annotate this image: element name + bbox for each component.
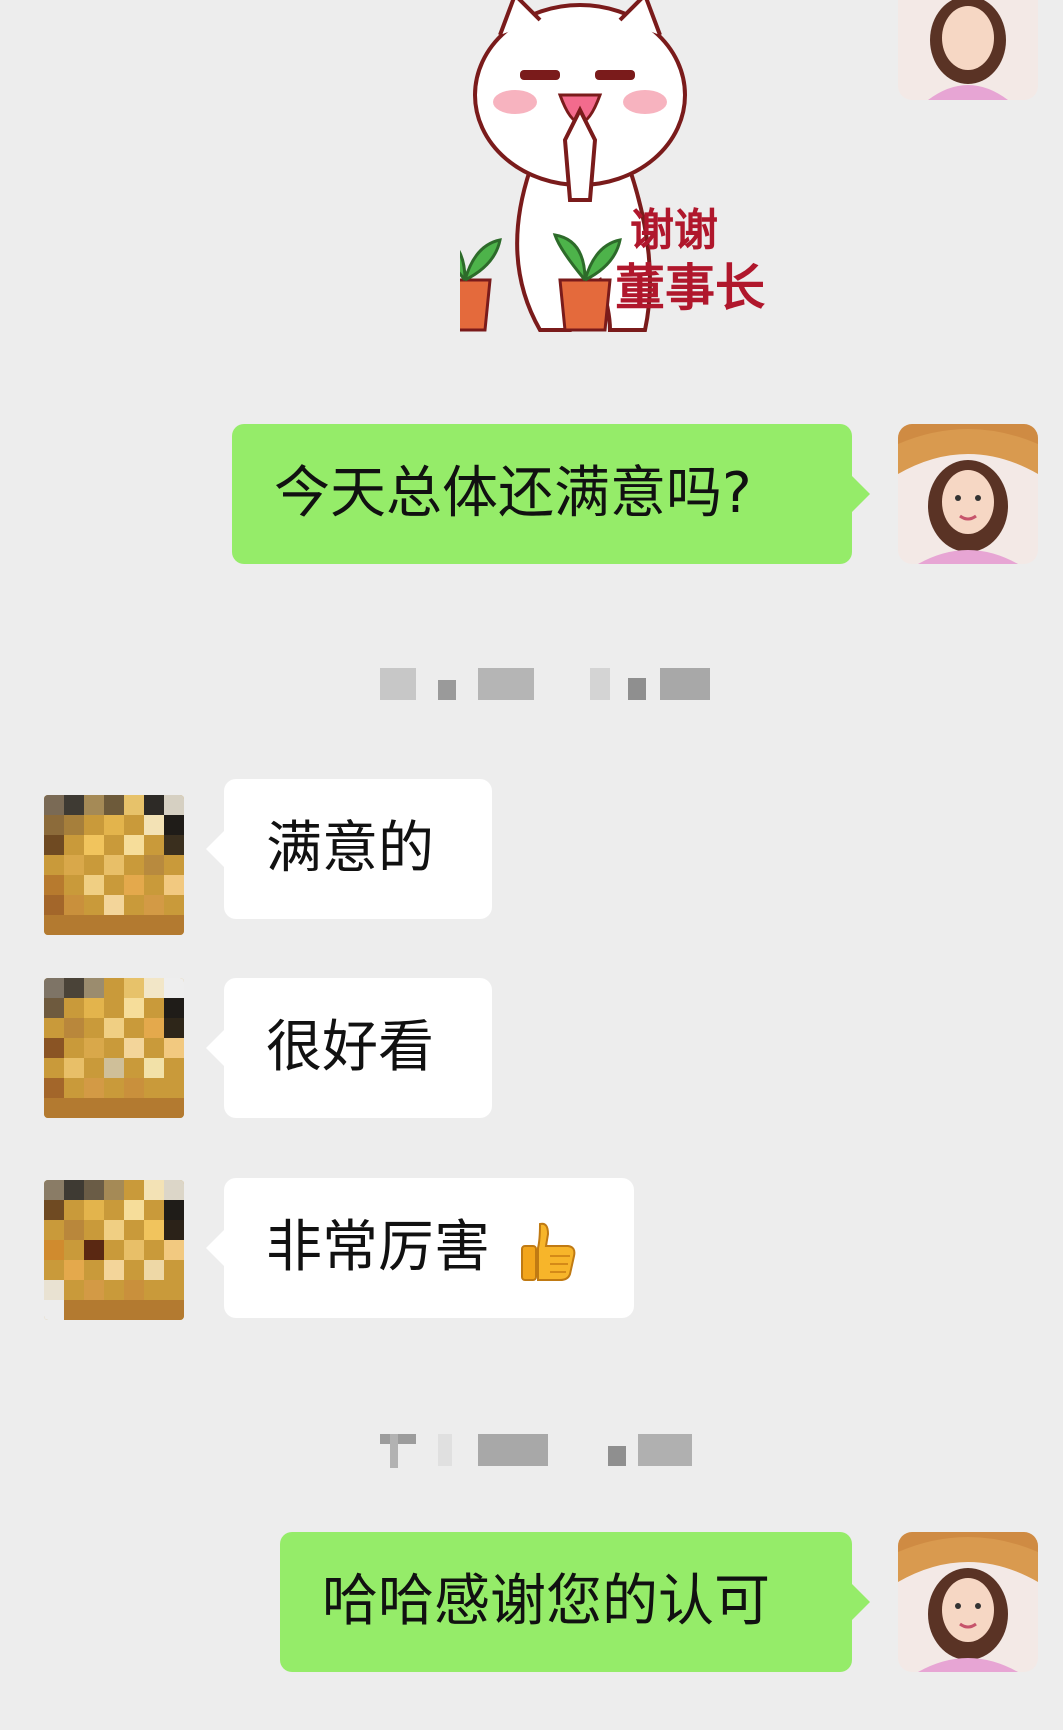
my-avatar[interactable] <box>898 1532 1038 1672</box>
thank-you-sticker[interactable]: 谢谢 董事长 <box>432 0 840 350</box>
thumbs-up-icon <box>520 1222 576 1281</box>
received-message-3[interactable]: 非常厉害 <box>206 1178 634 1318</box>
contact-avatar[interactable] <box>44 978 184 1118</box>
contact-avatar[interactable] <box>44 795 184 935</box>
received-message-1[interactable]: 满意的 <box>206 779 492 919</box>
sent-message-2[interactable]: 哈哈感谢您的认可 <box>280 1532 870 1672</box>
timestamp <box>380 1428 720 1472</box>
message-text: 今天总体还满意吗? <box>274 461 752 526</box>
sticker-caption-2: 董事长 <box>615 259 765 317</box>
sent-message-1[interactable]: 今天总体还满意吗? <box>232 424 870 564</box>
my-avatar[interactable] <box>898 424 1038 564</box>
timestamp <box>380 662 720 706</box>
received-message-2[interactable]: 很好看 <box>206 978 492 1118</box>
my-avatar[interactable] <box>898 0 1038 100</box>
contact-avatar[interactable] <box>44 1180 184 1320</box>
message-text: 哈哈感谢您的认可 <box>322 1569 770 1634</box>
message-text: 满意的 <box>266 816 434 881</box>
message-text: 很好看 <box>266 1015 434 1080</box>
sticker-caption-1: 谢谢 <box>630 205 718 256</box>
message-text: 非常厉害 <box>266 1215 490 1280</box>
